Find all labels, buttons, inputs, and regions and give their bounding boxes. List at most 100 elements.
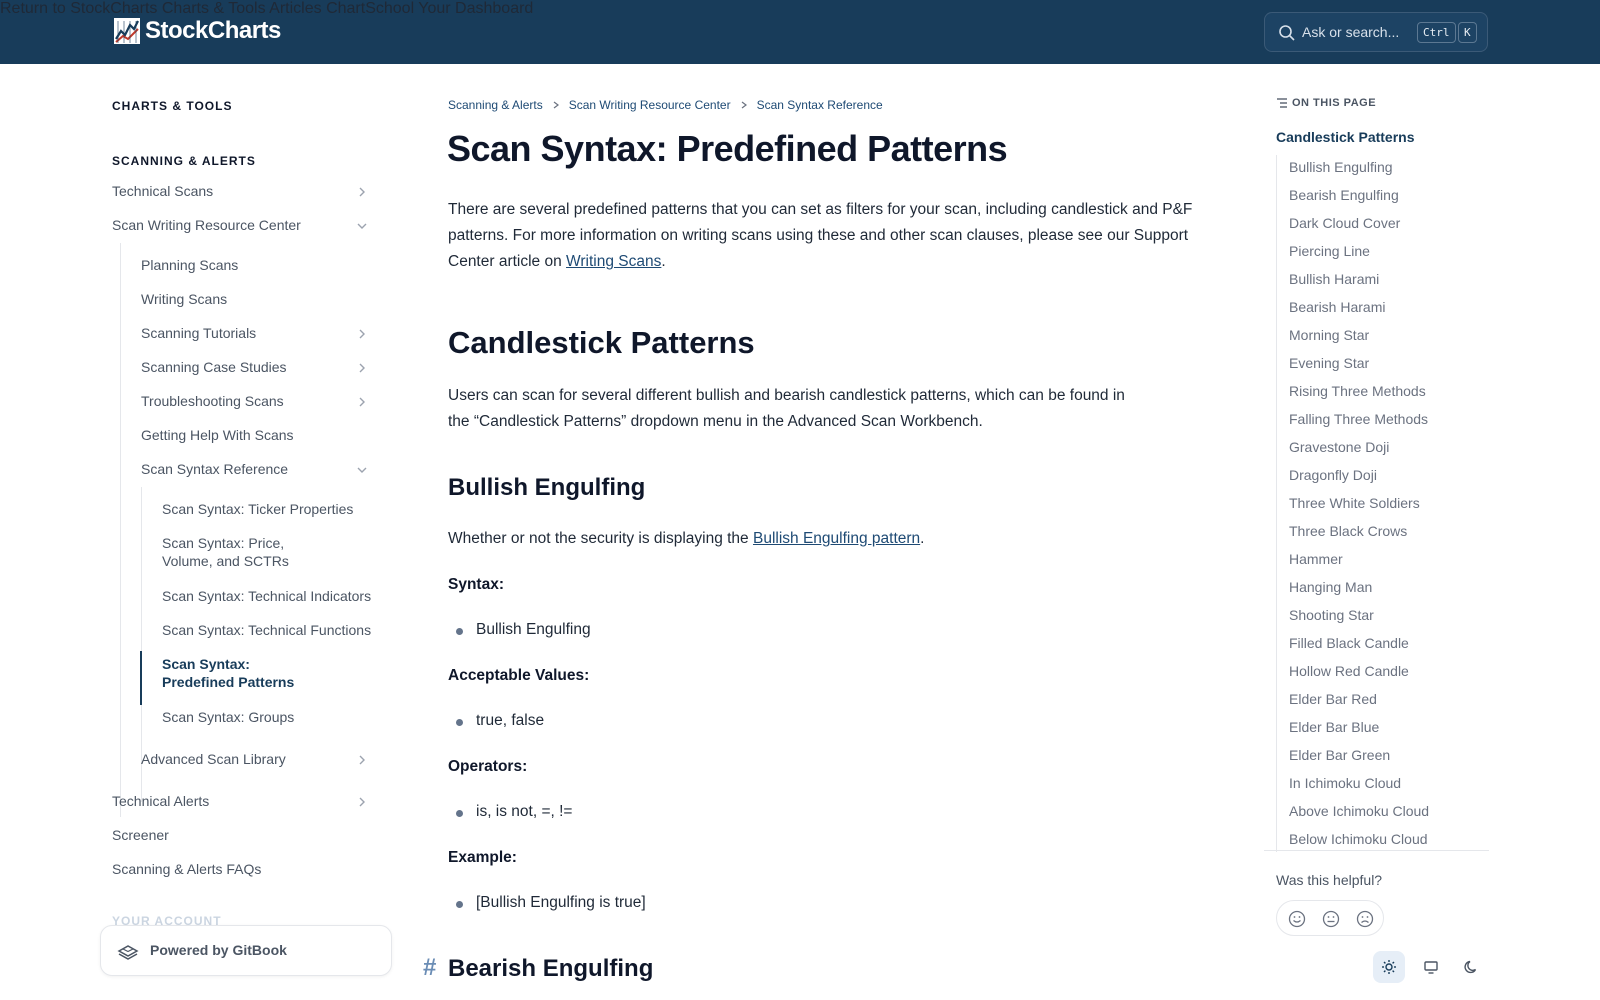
search-placeholder: Ask or search... bbox=[1302, 24, 1400, 40]
light-mode-button[interactable] bbox=[1373, 951, 1405, 983]
moon-icon bbox=[1464, 960, 1477, 974]
toc-item[interactable]: Dark Cloud Cover bbox=[1289, 215, 1400, 231]
candlestick-paragraph: Users can scan for several different bul… bbox=[448, 387, 1125, 430]
bullish-engulfing-pattern-link[interactable]: Bullish Engulfing pattern bbox=[753, 530, 920, 547]
toc-item-candlestick-patterns[interactable]: Candlestick Patterns bbox=[1276, 129, 1415, 145]
nav-articles[interactable]: Articles bbox=[269, 0, 321, 17]
sidebar-item-technical-alerts[interactable]: Technical Alerts bbox=[112, 793, 209, 809]
toc-divider bbox=[1264, 850, 1489, 851]
toc-heading: ON THIS PAGE bbox=[1276, 97, 1376, 109]
writing-scans-link[interactable]: Writing Scans bbox=[566, 253, 661, 270]
toc-item[interactable]: Elder Bar Red bbox=[1289, 691, 1377, 707]
toc-item[interactable]: Below Ichimoku Cloud bbox=[1289, 831, 1428, 847]
toc-item[interactable]: Evening Star bbox=[1289, 355, 1369, 371]
logo-mark-icon bbox=[114, 18, 140, 44]
nav-return-to-stockcharts[interactable]: Return to StockCharts bbox=[0, 0, 157, 17]
toc-item[interactable]: Morning Star bbox=[1289, 327, 1369, 343]
sidebar-item-advanced-scan-library[interactable]: Advanced Scan Library bbox=[141, 751, 286, 767]
chevron-right-icon[interactable] bbox=[355, 327, 369, 341]
nav-your-dashboard[interactable]: Your Dashboard bbox=[418, 0, 533, 17]
sidebar-item-technical-functions[interactable]: Scan Syntax: Technical Functions bbox=[162, 622, 371, 638]
sidebar-item-technical-scans[interactable]: Technical Scans bbox=[112, 183, 213, 199]
toc-item[interactable]: Bullish Engulfing bbox=[1289, 159, 1393, 175]
sidebar-item-getting-help[interactable]: Getting Help With Scans bbox=[141, 427, 294, 443]
toc-item[interactable]: Hanging Man bbox=[1289, 579, 1372, 595]
powered-by-gitbook[interactable]: Powered by GitBook bbox=[100, 925, 392, 976]
happy-face-icon[interactable] bbox=[1288, 910, 1306, 928]
system-mode-button[interactable] bbox=[1415, 951, 1447, 983]
intro-paragraph: There are several predefined patterns th… bbox=[448, 197, 1228, 275]
chevron-right-icon[interactable] bbox=[355, 185, 369, 199]
sidebar-item-scanning-case-studies[interactable]: Scanning Case Studies bbox=[141, 359, 287, 375]
helpful-label: Was this helpful? bbox=[1276, 872, 1383, 888]
sad-face-icon[interactable] bbox=[1356, 910, 1374, 928]
bullet-dot bbox=[456, 810, 463, 817]
bullish-text: Whether or not the security is displayin… bbox=[448, 530, 753, 547]
sidebar-item-label: Predefined Patterns bbox=[162, 674, 295, 690]
breadcrumb-link[interactable]: Scan Syntax Reference bbox=[757, 98, 883, 112]
toc-item[interactable]: Rising Three Methods bbox=[1289, 383, 1426, 399]
toc-item[interactable]: Three Black Crows bbox=[1289, 523, 1407, 539]
syntax-value: Bullish Engulfing bbox=[476, 621, 591, 638]
sidebar-item-predefined-patterns[interactable]: Scan Syntax: Predefined Patterns bbox=[162, 656, 294, 690]
kbd-ctrl: Ctrl bbox=[1417, 22, 1456, 43]
toc-item[interactable]: Elder Bar Green bbox=[1289, 747, 1390, 763]
chevron-right-icon[interactable] bbox=[355, 795, 369, 809]
nav-charts-tools[interactable]: Charts & Tools bbox=[162, 0, 266, 17]
toc-item[interactable]: Elder Bar Blue bbox=[1289, 719, 1379, 735]
toc-item[interactable]: Hammer bbox=[1289, 551, 1343, 567]
toc-item[interactable]: Gravestone Doji bbox=[1289, 439, 1389, 455]
sidebar-item-screener[interactable]: Screener bbox=[112, 827, 169, 843]
nav-chartschool[interactable]: ChartSchool bbox=[326, 0, 414, 17]
search-icon bbox=[1279, 25, 1295, 41]
toc-item[interactable]: Bearish Engulfing bbox=[1289, 187, 1399, 203]
toc-item[interactable]: Three White Soldiers bbox=[1289, 495, 1420, 511]
toc-item[interactable]: Bullish Harami bbox=[1289, 271, 1379, 287]
chevron-down-icon[interactable] bbox=[355, 219, 369, 233]
sidebar-item-faqs[interactable]: Scanning & Alerts FAQs bbox=[112, 861, 261, 877]
toc-item[interactable]: In Ichimoku Cloud bbox=[1289, 775, 1401, 791]
toc-item[interactable]: Bearish Harami bbox=[1289, 299, 1385, 315]
toc-item[interactable]: Filled Black Candle bbox=[1289, 635, 1409, 651]
chevron-right-icon[interactable] bbox=[355, 753, 369, 767]
sidebar-item-scanning-tutorials[interactable]: Scanning Tutorials bbox=[141, 325, 256, 341]
toc-item[interactable]: Piercing Line bbox=[1289, 243, 1370, 259]
sidebar-item-ticker-properties[interactable]: Scan Syntax: Ticker Properties bbox=[162, 501, 353, 517]
sidebar-item-scan-writing-resource-center[interactable]: Scan Writing Resource Center bbox=[112, 217, 301, 233]
chevron-right-icon[interactable] bbox=[355, 361, 369, 375]
toc-item[interactable]: Hollow Red Candle bbox=[1289, 663, 1409, 679]
anchor-hash-link[interactable]: # bbox=[423, 954, 436, 982]
chevron-right-icon[interactable] bbox=[355, 395, 369, 409]
stockcharts-logo[interactable]: StockCharts bbox=[113, 16, 281, 46]
kbd-k: K bbox=[1458, 22, 1477, 43]
toc-item[interactable]: Shooting Star bbox=[1289, 607, 1374, 623]
section-heading-charts-tools[interactable]: CHARTS & TOOLS bbox=[112, 99, 232, 113]
heading-bullish-engulfing: Bullish Engulfing bbox=[448, 474, 646, 501]
section-heading-scanning-alerts[interactable]: SCANNING & ALERTS bbox=[112, 154, 256, 168]
list-icon bbox=[1277, 98, 1287, 108]
chevron-down-icon[interactable] bbox=[355, 463, 369, 477]
sidebar-item-label: Volume, and SCTRs bbox=[162, 553, 289, 569]
breadcrumb-link[interactable]: Scanning & Alerts bbox=[448, 98, 543, 112]
sidebar-item-scan-syntax-reference[interactable]: Scan Syntax Reference bbox=[141, 461, 288, 477]
breadcrumb-link[interactable]: Scan Writing Resource Center bbox=[569, 98, 731, 112]
monitor-icon bbox=[1424, 961, 1438, 974]
feedback-group bbox=[1276, 900, 1384, 936]
powered-by-label: Powered by GitBook bbox=[150, 942, 287, 958]
sidebar-item-troubleshooting-scans[interactable]: Troubleshooting Scans bbox=[141, 393, 284, 409]
search-box[interactable]: Ask or search... Ctrl K bbox=[1264, 12, 1488, 52]
sidebar-item-price-volume-sctrs[interactable]: Scan Syntax: Price, Volume, and SCTRs bbox=[162, 535, 289, 569]
toc-item[interactable]: Above Ichimoku Cloud bbox=[1289, 803, 1429, 819]
sidebar-item-technical-indicators[interactable]: Scan Syntax: Technical Indicators bbox=[162, 588, 371, 604]
heading-bearish-engulfing: Bearish Engulfing bbox=[448, 955, 654, 982]
toc-item[interactable]: Dragonfly Doji bbox=[1289, 467, 1377, 483]
neutral-face-icon[interactable] bbox=[1322, 910, 1340, 928]
intro-text: There are several predefined patterns th… bbox=[448, 201, 1193, 270]
sidebar-item-writing-scans[interactable]: Writing Scans bbox=[141, 291, 227, 307]
sidebar-item-groups[interactable]: Scan Syntax: Groups bbox=[162, 709, 294, 725]
dark-mode-button[interactable] bbox=[1455, 951, 1487, 983]
sidebar-item-planning-scans[interactable]: Planning Scans bbox=[141, 257, 238, 273]
toc-item[interactable]: Falling Three Methods bbox=[1289, 411, 1428, 427]
top-bar: StockCharts Return to StockCharts Charts… bbox=[0, 0, 1600, 64]
intro-end: . bbox=[661, 253, 666, 270]
